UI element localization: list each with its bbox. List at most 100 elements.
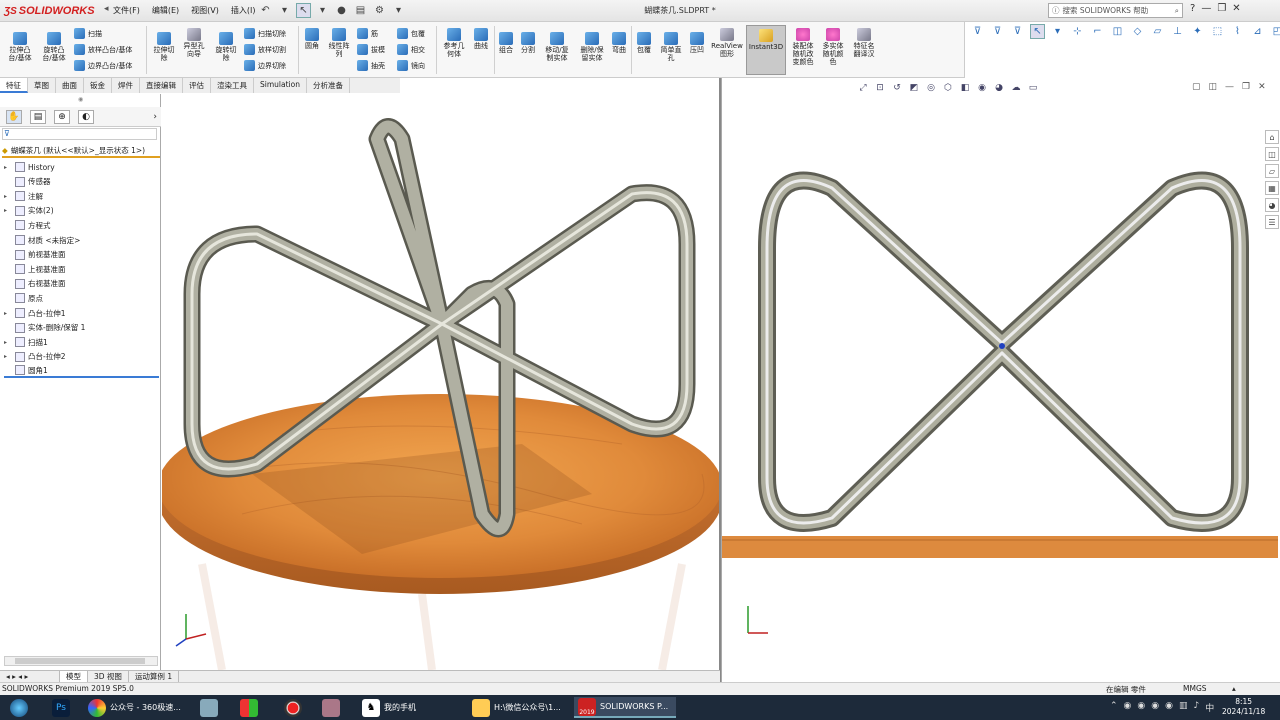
- extrude-boss-button[interactable]: 拉伸凸 台/基体: [6, 32, 34, 62]
- taskbar-browser[interactable]: 公众号 - 360极速...: [84, 697, 192, 718]
- reference-geometry-button[interactable]: 参考几 何体: [440, 28, 468, 58]
- tab-weldments[interactable]: 焊件: [112, 78, 140, 93]
- input-method-icon[interactable]: 中: [1205, 701, 1214, 714]
- feature-name-translate-button[interactable]: 特征名 翻译汉: [849, 28, 879, 58]
- tab-motion-study[interactable]: 运动算例 1: [129, 671, 180, 682]
- realview-button[interactable]: RealView 图形: [709, 28, 745, 58]
- hole-wizard-button[interactable]: 异型孔 向导: [180, 28, 208, 58]
- boundary-boss-button[interactable]: 边界凸台/基体: [74, 60, 132, 71]
- multibody-random-color-button[interactable]: 多实体 随机颜 色: [818, 28, 848, 66]
- tree-item[interactable]: 方程式: [4, 218, 51, 232]
- revolve-boss-button[interactable]: 旋转凸 台/基体: [40, 32, 68, 62]
- expand-arrow-icon[interactable]: ▸: [4, 310, 12, 317]
- tree-filter-input[interactable]: [2, 128, 157, 140]
- dropdown-icon[interactable]: ▴: [1232, 684, 1236, 693]
- taskbar-clock[interactable]: 8:15 2024/11/18: [1222, 697, 1265, 717]
- minimize-viewport-icon[interactable]: —: [1225, 82, 1234, 92]
- status-units[interactable]: MMGS: [1183, 684, 1207, 693]
- combine-button[interactable]: 组合: [496, 32, 516, 54]
- flex-button[interactable]: 弯曲: [609, 32, 629, 54]
- extrude-cut-button[interactable]: 拉伸切 除: [150, 32, 178, 62]
- search-input[interactable]: 搜索 SOLIDWORKS 帮助: [1063, 5, 1149, 16]
- search-icon[interactable]: ⌕: [1175, 6, 1179, 16]
- move-copy-body-button[interactable]: 移动/复 制实体: [541, 32, 573, 62]
- assembly-random-color-button[interactable]: 装配体 随机改 变颜色: [788, 28, 818, 66]
- tab-sketch[interactable]: 草图: [28, 78, 56, 93]
- tab-render-tools[interactable]: 渲染工具: [211, 78, 254, 93]
- dropdown-icon[interactable]: ▾: [315, 3, 330, 18]
- plane-icon[interactable]: ▱: [1150, 24, 1165, 39]
- edge-icon[interactable]: ⌐: [1090, 24, 1105, 39]
- split-button[interactable]: 分割: [518, 32, 538, 54]
- solidworks-logo[interactable]: ƷS SOLIDWORKS: [4, 3, 95, 19]
- graphics-viewport-front[interactable]: [721, 78, 1280, 682]
- tree-item[interactable]: 原点: [4, 291, 43, 305]
- start-button[interactable]: [6, 697, 32, 718]
- undo-icon[interactable]: ↶: [258, 3, 273, 18]
- filter-icon[interactable]: ⊽: [4, 129, 10, 138]
- tab-3d-views[interactable]: 3D 视图: [88, 671, 129, 682]
- lofted-cut-button[interactable]: 放样切割: [244, 44, 286, 55]
- maximize-viewport-icon[interactable]: ▢: [1192, 82, 1201, 92]
- taskbar-qq[interactable]: ♞ 我的手机: [358, 697, 466, 718]
- tree-item[interactable]: 右视基准面: [4, 277, 66, 291]
- tab-features[interactable]: 特征: [0, 78, 28, 93]
- revolve-cut-button[interactable]: 旋转切 除: [212, 32, 240, 62]
- dropdown-icon[interactable]: ▾: [391, 3, 406, 18]
- face-icon[interactable]: ◫: [1110, 24, 1125, 39]
- custom-properties-icon[interactable]: ☰: [1265, 215, 1279, 229]
- taskbar-app[interactable]: [196, 697, 222, 718]
- intersect-button[interactable]: 相交: [397, 44, 425, 55]
- feature-manager-tab-icon[interactable]: ✋: [6, 109, 22, 124]
- edit-appearance-icon[interactable]: ◕: [993, 82, 1005, 94]
- menu-collapse-icon[interactable]: ◂: [104, 4, 109, 14]
- section-view-icon[interactable]: ◩: [908, 82, 920, 94]
- tree-item[interactable]: ▸ 注解: [4, 189, 43, 203]
- menu-view[interactable]: 视图(V): [188, 4, 222, 17]
- expand-arrow-icon[interactable]: ▸: [4, 164, 12, 171]
- taskbar-solidworks[interactable]: 2019 SOLIDWORKS P...: [574, 697, 676, 718]
- surface-icon[interactable]: ◰: [1270, 24, 1280, 39]
- tab-analysis-prep[interactable]: 分析准备: [307, 78, 350, 93]
- gear-icon[interactable]: ⚙: [372, 3, 387, 18]
- loft-boss-button[interactable]: 放样凸台/基体: [74, 44, 132, 55]
- tray-chevron-icon[interactable]: ⌃: [1110, 701, 1118, 714]
- tree-horizontal-scrollbar[interactable]: [4, 656, 158, 666]
- simple-hole-button[interactable]: 简单直 孔: [657, 32, 685, 62]
- tree-item[interactable]: ▸ 凸台-拉伸2: [4, 350, 65, 364]
- restore-icon[interactable]: ❐: [1242, 82, 1250, 92]
- tray-app-icon[interactable]: ◉: [1151, 701, 1159, 714]
- menu-file[interactable]: 文件(F): [110, 4, 143, 17]
- tab-evaluate[interactable]: 评估: [183, 78, 211, 93]
- tray-app-icon[interactable]: ◉: [1124, 701, 1132, 714]
- tab-model[interactable]: 模型: [60, 671, 88, 682]
- expand-arrow-icon[interactable]: ▸: [4, 353, 12, 360]
- rib-button[interactable]: 筋: [357, 28, 378, 39]
- resources-icon[interactable]: ◫: [1265, 147, 1279, 161]
- close-icon[interactable]: ✕: [1258, 82, 1266, 92]
- expand-arrow-icon[interactable]: ▸: [4, 339, 12, 346]
- volume-icon[interactable]: ♪: [1194, 701, 1200, 714]
- point-icon[interactable]: ✦: [1190, 24, 1205, 39]
- taskbar-app[interactable]: [318, 697, 344, 718]
- vertex-icon[interactable]: ◇: [1130, 24, 1145, 39]
- dynamic-annotation-icon[interactable]: ◎: [925, 82, 937, 94]
- linear-pattern-button[interactable]: 线性阵 列: [325, 28, 353, 58]
- tray-app-icon[interactable]: ◉: [1165, 701, 1173, 714]
- filter-icon[interactable]: ⊽: [970, 24, 985, 39]
- wrap-feature-button[interactable]: 包覆: [634, 32, 654, 54]
- expand-arrow-icon[interactable]: ▸: [4, 193, 12, 200]
- instant3d-button[interactable]: Instant3D: [746, 25, 786, 75]
- graphics-viewport-isometric[interactable]: [162, 94, 719, 670]
- help-icon[interactable]: ?: [1190, 3, 1195, 14]
- taskbar-explorer[interactable]: H:\微信公众号\1...: [468, 697, 570, 718]
- minimize-icon[interactable]: —: [1201, 3, 1211, 14]
- traffic-light-icon[interactable]: ●: [334, 3, 349, 18]
- dim-icon[interactable]: ⊿: [1250, 24, 1265, 39]
- indent-button[interactable]: 压凹: [687, 32, 707, 54]
- wrap-button[interactable]: 包覆: [397, 28, 425, 39]
- dropdown-icon[interactable]: ▾: [1050, 24, 1065, 39]
- dropdown-icon[interactable]: ▾: [277, 3, 292, 18]
- curves-button[interactable]: 曲线: [470, 28, 492, 50]
- search-box[interactable]: ⓘ 搜索 SOLIDWORKS 帮助 ⌕: [1048, 3, 1183, 18]
